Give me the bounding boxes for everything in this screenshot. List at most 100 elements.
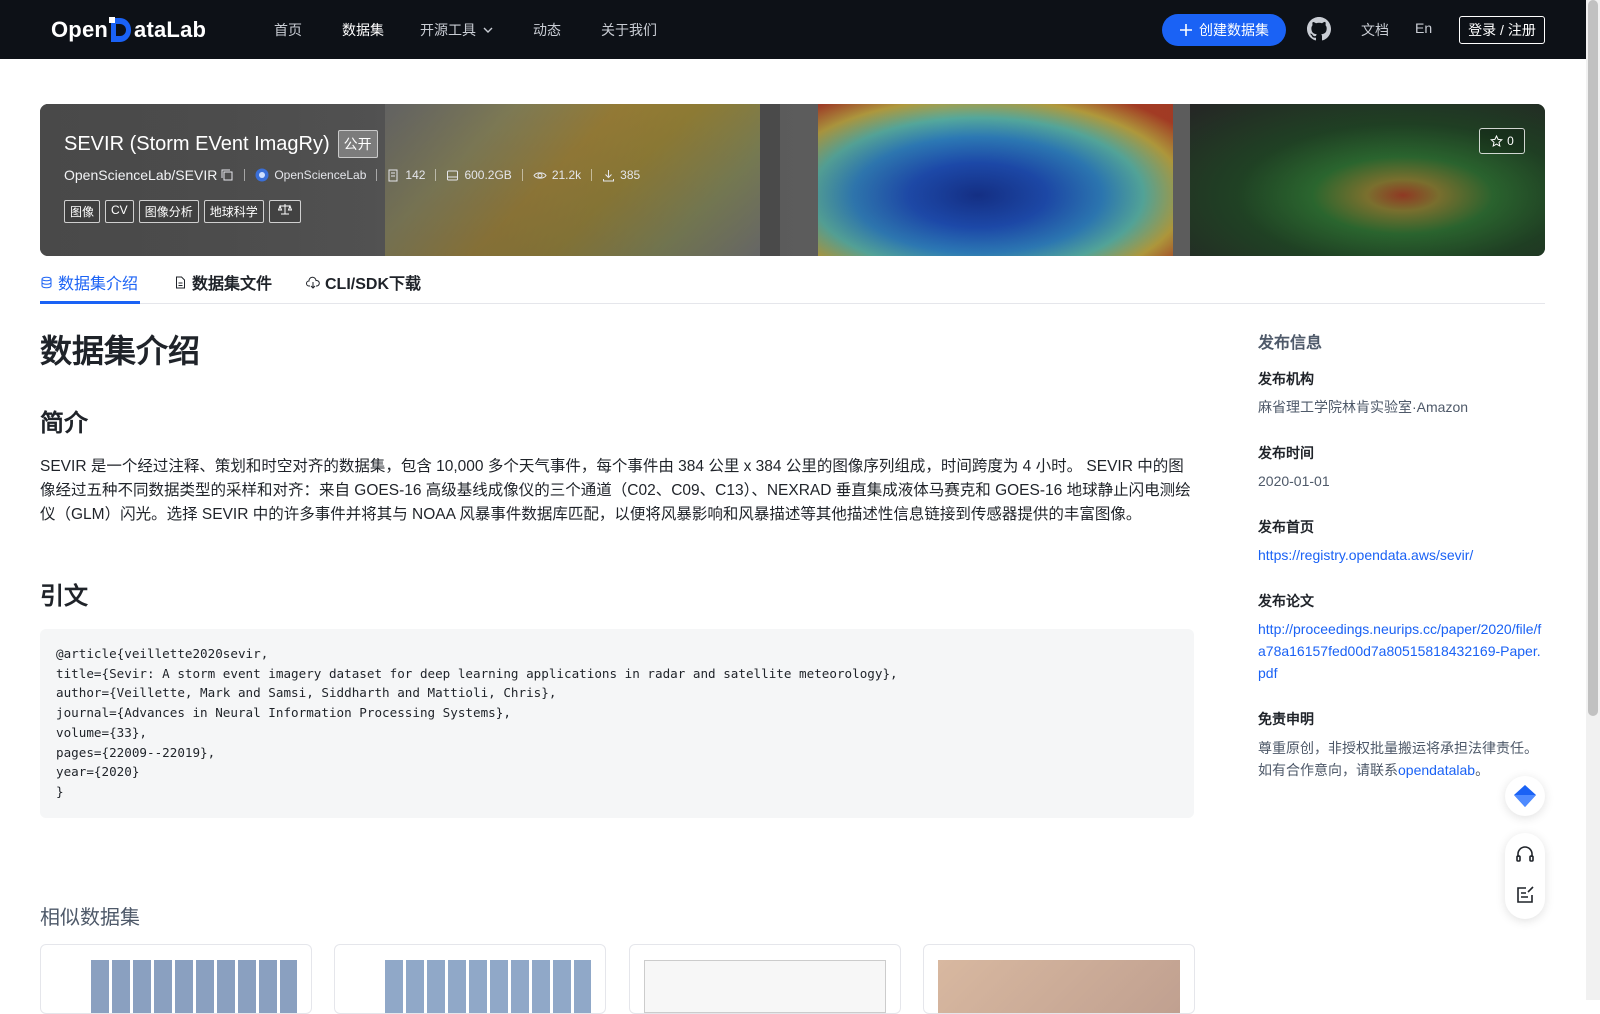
- publish-info-heading: 发布信息: [1258, 335, 1323, 352]
- paper-link[interactable]: http://proceedings.neurips.cc/paper/2020…: [1258, 618, 1543, 684]
- login-register-button[interactable]: 登录 / 注册: [1459, 16, 1545, 44]
- nav-news[interactable]: 动态: [533, 20, 561, 40]
- org-avatar-icon: [255, 168, 269, 182]
- section-title: 数据集介绍: [40, 333, 201, 369]
- file-count-value: 142: [405, 168, 426, 182]
- license-tag[interactable]: [268, 200, 301, 223]
- intro-heading: 简介: [40, 410, 88, 437]
- disclaimer-label: 免责申明: [1258, 711, 1314, 727]
- publisher-label: 发布机构: [1258, 371, 1314, 387]
- intro-paragraph: SEVIR 是一个经过注释、策划和时空对齐的数据集，包含 10,000 多个天气…: [40, 458, 1191, 523]
- top-navbar: Open ataLab 首页 数据集 开源工具 动态 关于我们 创建数据集 文档…: [0, 0, 1586, 59]
- create-dataset-button[interactable]: 创建数据集: [1162, 14, 1286, 46]
- nav-home[interactable]: 首页: [274, 20, 302, 40]
- tab-cli-sdk-label: CLI/SDK下载: [325, 276, 422, 293]
- github-icon[interactable]: [1307, 17, 1331, 41]
- tag-cv[interactable]: CV: [105, 200, 134, 223]
- storage-icon: [447, 170, 459, 180]
- similar-datasets-heading: 相似数据集: [40, 907, 140, 929]
- paper-label: 发布论文: [1258, 593, 1314, 609]
- dataset-path: OpenScienceLab/SEVIR: [64, 167, 218, 183]
- similar-dataset-card[interactable]: [334, 944, 606, 1014]
- diamond-logo-icon: [1514, 785, 1536, 807]
- page-scrollbar[interactable]: [1586, 0, 1600, 1000]
- chevron-down-icon: [483, 27, 493, 33]
- tab-dataset-intro-label: 数据集介绍: [58, 276, 139, 293]
- nav-datasets[interactable]: 数据集: [342, 20, 384, 40]
- org-name: OpenScienceLab: [274, 168, 367, 182]
- dataset-size: 600.2GB: [446, 168, 512, 182]
- dataset-org[interactable]: OpenScienceLab: [255, 168, 366, 182]
- tag-image[interactable]: 图像: [64, 200, 101, 223]
- files-icon: [388, 169, 398, 181]
- tab-dataset-intro[interactable]: 数据集介绍: [40, 270, 138, 294]
- contact-link[interactable]: opendatalab: [1398, 762, 1475, 778]
- view-count: 21.2k: [533, 168, 581, 182]
- dataset-thumbnail: [385, 960, 591, 1013]
- nav-tools-label: 开源工具: [420, 22, 476, 38]
- tab-cli-sdk[interactable]: CLI/SDK下载: [306, 270, 421, 294]
- dataset-title-row: SEVIR (Storm EVent ImagRy) 公开: [64, 130, 378, 158]
- dataset-size-value: 600.2GB: [464, 168, 512, 182]
- meta-separator: [244, 169, 246, 181]
- headset-support-icon[interactable]: [1513, 843, 1537, 867]
- license-scale-icon: [277, 204, 292, 215]
- homepage-link[interactable]: https://registry.opendata.aws/sevir/: [1258, 544, 1543, 566]
- dataset-tags: 图像 CV 图像分析 地球科学: [64, 200, 301, 223]
- star-icon: [1490, 134, 1504, 147]
- file-count: 142: [387, 168, 425, 182]
- opendatalab-logo[interactable]: Open ataLab: [51, 14, 206, 46]
- disclaimer-text: 尊重原创，非授权批量搬运将承担法律责任。 如有合作意向，请联系opendatal…: [1258, 737, 1548, 781]
- copy-icon[interactable]: [220, 168, 234, 182]
- database-icon: [41, 276, 52, 288]
- disclaimer-line-1: 尊重原创，非授权批量搬运将承担法律责任。: [1258, 740, 1538, 756]
- nav-docs[interactable]: 文档: [1361, 20, 1389, 40]
- similar-dataset-card[interactable]: [629, 944, 901, 1014]
- dataset-banner: SEVIR (Storm EVent ImagRy) 公开 OpenScienc…: [40, 104, 1545, 256]
- dataset-thumbnail: [644, 960, 886, 1013]
- meta-separator: [521, 169, 523, 181]
- feedback-edit-icon[interactable]: [1513, 883, 1537, 907]
- meta-separator: [435, 169, 437, 181]
- similar-dataset-card[interactable]: [40, 944, 312, 1014]
- dataset-thumbnail: [938, 960, 1180, 1013]
- tag-image-analysis[interactable]: 图像分析: [138, 200, 199, 223]
- download-count-value: 385: [620, 168, 641, 182]
- dataset-thumbnail: [91, 960, 297, 1013]
- logo-text-datalab: ataLab: [134, 17, 207, 42]
- tag-earth-science[interactable]: 地球科学: [203, 200, 264, 223]
- citation-code-block: @article{veillette2020sevir, title={Sevi…: [40, 629, 1194, 818]
- scrollbar-thumb[interactable]: [1588, 0, 1598, 716]
- tab-dataset-files-label: 数据集文件: [192, 276, 273, 293]
- tab-dataset-files[interactable]: 数据集文件: [174, 270, 272, 294]
- meta-separator: [591, 169, 593, 181]
- visibility-badge: 公开: [337, 130, 378, 158]
- citation-heading: 引文: [40, 583, 88, 610]
- floating-logo-button[interactable]: [1505, 776, 1545, 816]
- dataset-title: SEVIR (Storm EVent ImagRy): [64, 132, 330, 155]
- floating-action-group: [1505, 833, 1545, 919]
- logo-d-mark-icon: [109, 17, 133, 43]
- cloud-download-icon: [306, 276, 320, 289]
- nav-open-source-tools[interactable]: 开源工具: [420, 20, 494, 40]
- dataset-tabs: 数据集介绍 数据集文件 CLI/SDK下载: [40, 262, 1545, 304]
- disclaimer-prefix: 如有合作意向，请联系: [1258, 762, 1398, 778]
- active-tab-indicator: [40, 301, 140, 304]
- download-count: 385: [602, 168, 640, 182]
- publisher-value: 麻省理工学院林肯实验室·Amazon: [1258, 399, 1469, 415]
- plus-icon: [1180, 24, 1192, 36]
- document-icon: [176, 276, 185, 288]
- meta-separator: [376, 169, 378, 181]
- nav-about[interactable]: 关于我们: [601, 20, 657, 40]
- similar-dataset-card[interactable]: [923, 944, 1195, 1014]
- publish-date-label: 发布时间: [1258, 445, 1314, 461]
- view-count-value: 21.2k: [551, 168, 582, 182]
- star-button[interactable]: 0: [1479, 128, 1525, 154]
- language-switch[interactable]: En: [1415, 20, 1432, 36]
- homepage-label: 发布首页: [1258, 519, 1314, 535]
- publish-date-value: 2020-01-01: [1258, 473, 1330, 489]
- disclaimer-suffix: 。: [1475, 762, 1490, 778]
- star-count: 0: [1507, 134, 1514, 148]
- download-icon: [603, 169, 615, 181]
- eye-icon: [533, 171, 547, 179]
